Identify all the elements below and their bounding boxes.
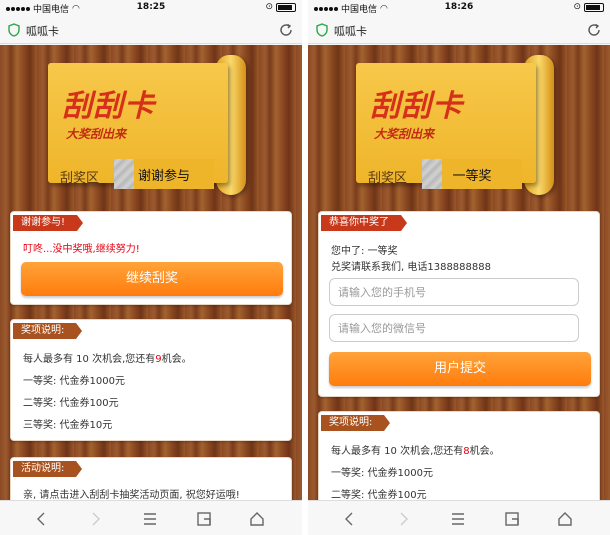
submit-button[interactable]: 用户提交 [329,352,591,386]
scratch-card-banner: 刮刮卡 大奖刮出来 刮奖区 一等奖 [356,55,554,195]
forward-icon[interactable] [86,510,104,528]
forward-icon[interactable] [394,510,412,528]
clock: 18:26 [444,2,474,12]
result-tag: 谢谢参与! [13,215,84,231]
lock-rotation-icon: ⊙ [573,2,581,12]
tabs-icon[interactable] [195,510,213,528]
phone-number-input[interactable] [330,279,578,305]
scratch-zone-label: 刮奖区 [368,171,408,186]
no-prize-message: 叮咚...没中奖哦,继续努力! [23,244,140,255]
prize-item-1: 一等奖: 代金券1000元 [23,376,125,387]
prize-item-2: 二等奖: 代金券100元 [331,490,427,500]
home-icon[interactable] [248,510,266,528]
continue-scratch-button[interactable]: 继续刮奖 [21,262,283,296]
phone-number-field[interactable] [329,278,579,306]
browser-toolbar [0,500,302,535]
scratch-area[interactable]: 谢谢参与 [114,159,214,189]
browser-title-bar: 呱呱卡 [308,16,610,44]
clock: 18:25 [136,2,166,12]
browser-toolbar [308,500,610,535]
home-icon[interactable] [556,510,574,528]
prize-rules-card: 奖项说明: 每人最多有 10 次机会,您还有8机会。 一等奖: 代金券1000元… [318,411,600,500]
status-bar: 中国电信 ◠ 18:26 ⊙ [308,0,610,16]
wood-background: 刮刮卡 大奖刮出来 刮奖区 一等奖 恭喜你中奖了 您中了: 一等奖 兑奖请联系我… [308,45,610,500]
status-bar: 中国电信 ◠ 18:25 ⊙ [0,0,302,16]
banner-logo: 刮刮卡 [62,89,155,124]
banner-slogan: 大奖刮出来 [66,127,127,141]
menu-icon[interactable] [449,510,467,528]
chances-line: 每人最多有 10 次机会,您还有8机会。 [331,446,500,457]
prize-rules-tag: 奖项说明: [321,415,391,431]
reload-icon[interactable] [278,22,294,38]
activity-tag: 活动说明: [13,461,83,477]
wechat-id-input[interactable] [330,315,578,341]
lock-rotation-icon: ⊙ [265,2,273,12]
prize-item-3: 三等奖: 代金券10元 [23,420,113,431]
battery-icon [276,2,296,12]
scratch-area[interactable]: 一等奖 [422,159,522,189]
prize-item-2: 二等奖: 代金券100元 [23,398,119,409]
prize-rules-tag: 奖项说明: [13,323,83,339]
browser-title-bar: 呱呱卡 [0,16,302,44]
tabs-icon[interactable] [503,510,521,528]
activity-card: 活动说明: 亲, 请点击进入刮刮卡抽奖活动页面, 祝您好运哦! [10,457,292,500]
activity-text: 亲, 请点击进入刮刮卡抽奖活动页面, 祝您好运哦! [23,490,240,500]
right-phone-screen: 中国电信 ◠ 18:26 ⊙ 呱呱卡 刮刮卡 大奖刮出来 刮奖区 一等奖 恭喜你… [308,0,610,535]
scratch-result: 谢谢参与 [137,169,190,184]
reload-icon[interactable] [586,22,602,38]
wood-background: 刮刮卡 大奖刮出来 刮奖区 谢谢参与 谢谢参与! 叮咚...没中奖哦,继续努力!… [0,45,302,500]
scratch-result: 一等奖 [452,169,492,184]
battery-icon [584,2,604,12]
left-phone-screen: 中国电信 ◠ 18:25 ⊙ 呱呱卡 刮刮卡 大奖刮出来 刮奖区 谢谢参与 谢谢… [0,0,302,535]
back-icon[interactable] [341,510,359,528]
wechat-id-field[interactable] [329,314,579,342]
shield-icon [316,23,328,37]
won-prize-label: 您中了: 一等奖 [331,246,398,257]
page-title: 呱呱卡 [26,25,59,38]
banner-slogan: 大奖刮出来 [374,127,435,141]
scratch-card-banner: 刮刮卡 大奖刮出来 刮奖区 谢谢参与 [48,55,246,195]
prize-rules-card: 奖项说明: 每人最多有 10 次机会,您还有9机会。 一等奖: 代金券1000元… [10,319,292,441]
chances-line: 每人最多有 10 次机会,您还有9机会。 [23,354,192,365]
page-title: 呱呱卡 [334,25,367,38]
prize-item-1: 一等奖: 代金券1000元 [331,468,433,479]
result-card: 谢谢参与! 叮咚...没中奖哦,继续努力! 继续刮奖 [10,211,292,305]
scratch-zone-label: 刮奖区 [60,171,100,186]
shield-icon [8,23,20,37]
back-icon[interactable] [33,510,51,528]
winner-form-card: 恭喜你中奖了 您中了: 一等奖 兑奖请联系我们, 电话1388888888 用户… [318,211,600,397]
menu-icon[interactable] [141,510,159,528]
banner-logo: 刮刮卡 [370,89,463,124]
contact-info: 兑奖请联系我们, 电话1388888888 [331,262,491,273]
winner-tag: 恭喜你中奖了 [321,215,407,231]
